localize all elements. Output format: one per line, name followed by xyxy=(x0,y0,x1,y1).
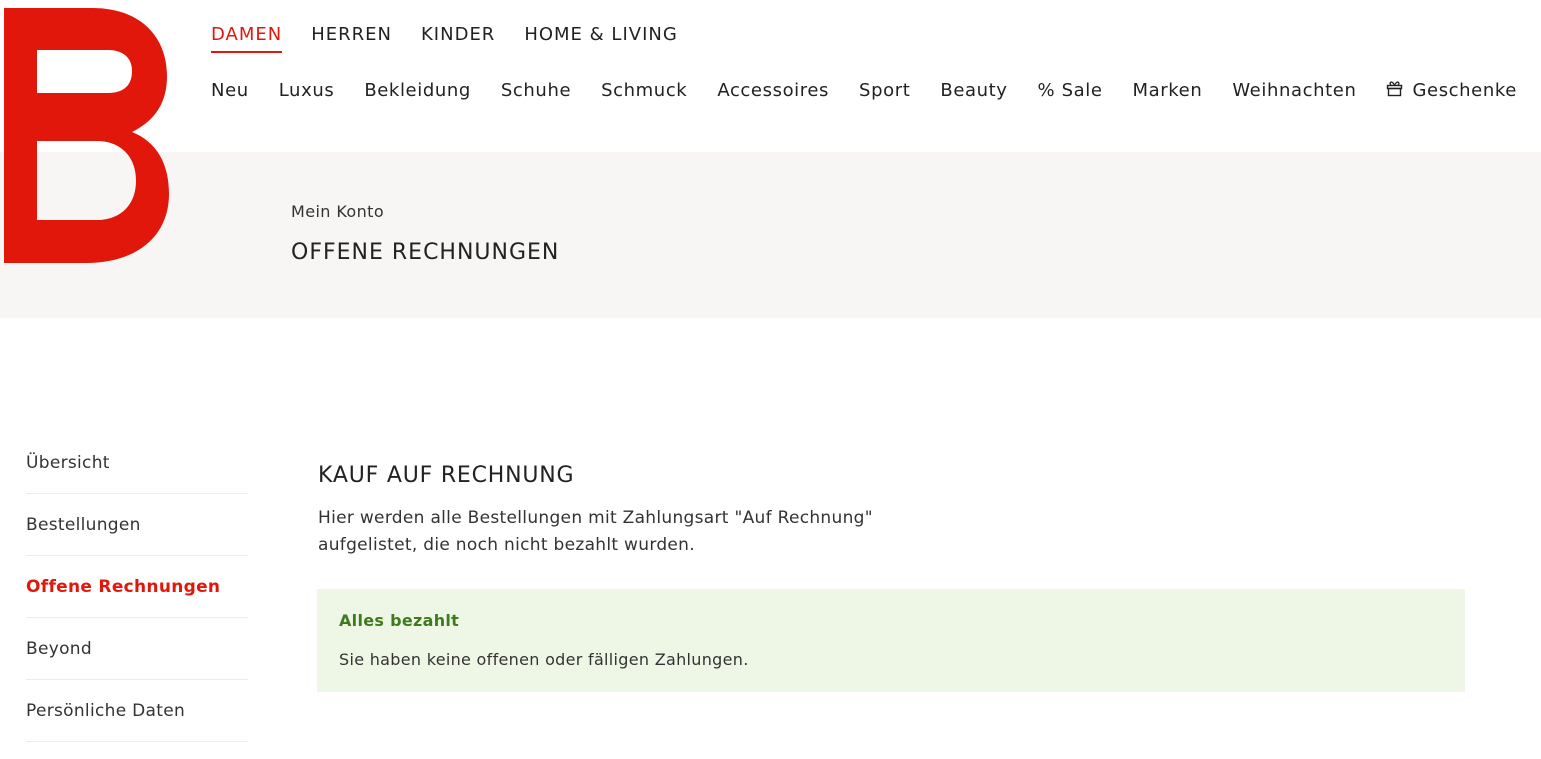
invoice-section: KAUF AUF RECHNUNG Hier werden alle Beste… xyxy=(317,463,1465,692)
sidebar-item-offene-rechnungen[interactable]: Offene Rechnungen xyxy=(26,556,248,618)
section-description: Hier werden alle Bestellungen mit Zahlun… xyxy=(318,508,873,555)
sidebar-item-beyond[interactable]: Beyond xyxy=(26,618,248,680)
category-schuhe[interactable]: Schuhe xyxy=(501,80,571,101)
brand-logo-icon[interactable] xyxy=(4,8,169,263)
gift-icon xyxy=(1386,80,1403,97)
alert-title: Alles bezahlt xyxy=(339,611,460,630)
category-beauty[interactable]: Beauty xyxy=(940,80,1007,101)
category-sport[interactable]: Sport xyxy=(859,80,910,101)
gender-tab-home-living[interactable]: HOME & LIVING xyxy=(524,24,677,53)
category-weihnachten[interactable]: Weihnachten xyxy=(1232,80,1356,101)
success-alert: Alles bezahlt Sie haben keine offenen od… xyxy=(317,589,1465,692)
category-accessoires[interactable]: Accessoires xyxy=(717,80,829,101)
gender-tab-damen[interactable]: DAMEN xyxy=(211,24,283,53)
category-sale[interactable]: % Sale xyxy=(1038,80,1103,101)
gender-tab-kinder[interactable]: KINDER xyxy=(421,24,495,53)
sidebar-item-uebersicht[interactable]: Übersicht xyxy=(26,432,248,494)
gender-nav: DAMEN HERREN KINDER HOME & LIVING xyxy=(211,24,707,53)
category-geschenke-label: Geschenke xyxy=(1412,80,1517,101)
alert-text: Sie haben keine offenen oder fälligen Za… xyxy=(339,650,749,669)
category-marken[interactable]: Marken xyxy=(1133,80,1203,101)
category-nav: Neu Luxus Bekleidung Schuhe Schmuck Acce… xyxy=(211,80,1517,101)
breadcrumb[interactable]: Mein Konto xyxy=(291,202,384,221)
page-header-banner: Mein Konto OFFENE RECHNUNGEN xyxy=(0,152,1541,318)
brand-b-logo-icon xyxy=(4,8,169,263)
gender-tab-herren[interactable]: HERREN xyxy=(311,24,392,53)
sidebar-item-bestellungen[interactable]: Bestellungen xyxy=(26,494,248,556)
sidebar-item-persoenliche-daten[interactable]: Persönliche Daten xyxy=(26,680,248,742)
category-luxus[interactable]: Luxus xyxy=(279,80,335,101)
category-schmuck[interactable]: Schmuck xyxy=(601,80,687,101)
page-title: OFFENE RECHNUNGEN xyxy=(291,240,560,265)
category-neu[interactable]: Neu xyxy=(211,80,249,101)
category-bekleidung[interactable]: Bekleidung xyxy=(364,80,471,101)
account-sidebar: Übersicht Bestellungen Offene Rechnungen… xyxy=(26,432,248,742)
category-geschenke[interactable]: Geschenke xyxy=(1386,80,1516,101)
section-heading: KAUF AUF RECHNUNG xyxy=(318,463,575,488)
